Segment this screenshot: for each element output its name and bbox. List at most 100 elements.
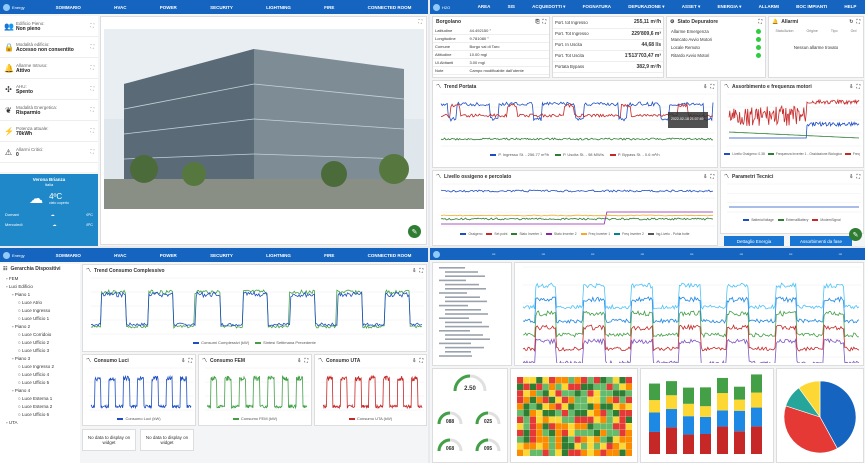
- nav-item[interactable]: ▪▪▪: [589, 252, 596, 256]
- tree-node[interactable]: ○ Luce Ufficio 2: [6, 338, 80, 346]
- legend-item[interactable]: Freq: [844, 152, 860, 156]
- download-icon[interactable]: ⇩: [412, 358, 416, 364]
- download-icon[interactable]: ⇩: [181, 358, 185, 364]
- nav-item-2[interactable]: POWER: [158, 5, 179, 10]
- nav-item-6[interactable]: ENERGIA ▾: [716, 4, 744, 10]
- alarm-column-header[interactable]: Stato/Azion: [776, 29, 794, 33]
- fullscreen-icon[interactable]: ⛶: [90, 86, 94, 92]
- legend-item[interactable]: ExternalBattery: [777, 218, 808, 222]
- tree-node[interactable]: ▫ Piano 1: [6, 290, 80, 298]
- energy-detail-button[interactable]: Dettaglio Energia: [724, 236, 784, 246]
- tree-node[interactable]: ▫ Piano 3: [6, 354, 80, 362]
- fullscreen-icon[interactable]: ⛶: [419, 268, 423, 274]
- tree-node[interactable]: ○ Luce Ingresso 2: [6, 362, 80, 370]
- nav-item[interactable]: ▪▪▪: [837, 252, 844, 256]
- edit-button[interactable]: ✎: [408, 225, 421, 238]
- fullscreen-icon[interactable]: ⛶: [542, 19, 546, 25]
- nav-item-0[interactable]: AREA: [476, 4, 493, 10]
- legend-item[interactable]: Sintesi Settimana Precedente: [255, 340, 316, 345]
- legend-item[interactable]: Stato Inverter 1: [511, 232, 542, 236]
- download-icon[interactable]: ⇩: [703, 84, 707, 90]
- nav-item[interactable]: ▪▪▪: [490, 252, 497, 256]
- fullscreen-icon[interactable]: ⛶: [856, 174, 860, 180]
- fullscreen-icon[interactable]: ⛶: [856, 19, 860, 25]
- download-icon[interactable]: ⇩: [849, 174, 853, 180]
- nav-item-7[interactable]: ALLARMI: [757, 4, 781, 10]
- fullscreen-icon[interactable]: ⛶: [188, 358, 192, 364]
- legend-item[interactable]: Consumi Complessivi (kW): [193, 340, 249, 345]
- download-icon[interactable]: ⇩: [297, 358, 301, 364]
- fullscreen-icon[interactable]: ⛶: [418, 19, 422, 25]
- nav-item[interactable]: ▪▪▪: [688, 252, 695, 256]
- nav-item-5[interactable]: ASSET ▾: [680, 4, 703, 10]
- refresh-icon[interactable]: ↻: [849, 19, 853, 25]
- tree-node[interactable]: ○ Luce Esterna 1: [6, 394, 80, 402]
- download-icon[interactable]: ⇩: [703, 174, 707, 180]
- nav-item-1[interactable]: HVAC: [112, 5, 128, 10]
- nav-item-3[interactable]: FOGNATURA: [581, 4, 613, 10]
- tree-node[interactable]: ○ Luce Corridoio: [6, 330, 80, 338]
- legend-item[interactable]: Freq Inverter 2: [614, 232, 644, 236]
- edit-button[interactable]: ✎: [849, 228, 862, 241]
- nav-item-0[interactable]: SOMMARIO: [54, 5, 83, 10]
- nav-item[interactable]: ▪▪▪: [639, 252, 646, 256]
- nav-item-2[interactable]: POWER: [158, 253, 179, 258]
- alarm-column-header[interactable]: Ord: [851, 29, 857, 33]
- fullscreen-icon[interactable]: ⛶: [90, 23, 94, 29]
- nav-item-2[interactable]: ACQUEDOTTI ▾: [530, 4, 567, 10]
- tree-node[interactable]: ○ Luce Ingresso: [6, 306, 80, 314]
- legend-item[interactable]: Stato Inverter 2: [545, 232, 577, 236]
- nav-item-3[interactable]: SECURITY: [208, 5, 235, 10]
- download-icon[interactable]: ⇩: [412, 268, 416, 274]
- alarm-column-header[interactable]: Origine: [807, 29, 818, 33]
- export-icon[interactable]: ⎘: [535, 19, 539, 25]
- fullscreen-icon[interactable]: ⛶: [90, 128, 94, 134]
- tree-node[interactable]: ▫ UTA: [6, 418, 80, 426]
- nav-item[interactable]: ▪▪▪: [738, 252, 745, 256]
- phase-button[interactable]: Assorbimenti da fase: [790, 236, 852, 246]
- nav-item-1[interactable]: HVAC: [112, 253, 128, 258]
- nav-item-8[interactable]: BOC IMPIANTI: [794, 4, 829, 10]
- fullscreen-icon[interactable]: ⛶: [419, 358, 423, 364]
- tree-node[interactable]: ▫ Piano 4: [6, 386, 80, 394]
- fullscreen-icon[interactable]: ⛶: [90, 65, 94, 71]
- fullscreen-icon[interactable]: ⛶: [90, 149, 94, 155]
- nav-item-4[interactable]: DEPURAZIONE ▾: [626, 4, 666, 10]
- legend-item[interactable]: P. Bypass St. - 0.6 m³/h: [609, 152, 660, 157]
- fullscreen-icon[interactable]: ⛶: [710, 174, 714, 180]
- legend-item[interactable]: P. Ingresso St. - 256.77 m³/h: [490, 152, 549, 157]
- legend-item[interactable]: Ossigeno: [460, 232, 482, 236]
- legend-item[interactable]: Livello Ossigeno: 0.38: [724, 152, 765, 156]
- fullscreen-icon[interactable]: ⛶: [304, 358, 308, 364]
- fullscreen-icon[interactable]: ⛶: [758, 19, 762, 25]
- nav-item-4[interactable]: LIGHTNING: [264, 253, 293, 258]
- nav-item-9[interactable]: HELP: [842, 4, 858, 10]
- alarm-column-header[interactable]: Tipo: [831, 29, 838, 33]
- legend-item[interactable]: Frequenza Inverter 1 - Ossidazione Biolo…: [767, 152, 842, 156]
- legend-item[interactable]: P. Uscita St. - 98 MW/s: [555, 152, 604, 157]
- legend-item[interactable]: Set point: [486, 232, 507, 236]
- fullscreen-icon[interactable]: ⛶: [90, 44, 94, 50]
- legend-item[interactable]: ModemSignal: [812, 218, 841, 222]
- tree-node[interactable]: ○ Luce Ufficio 5: [6, 378, 80, 386]
- nav-item-6[interactable]: CONNECTED ROOM: [366, 253, 414, 258]
- download-icon[interactable]: ⇩: [849, 84, 853, 90]
- nav-item[interactable]: ▪▪▪: [540, 252, 547, 256]
- nav-item-5[interactable]: FIRE: [322, 253, 336, 258]
- tree-node[interactable]: ○ Luce Ufficio 3: [6, 346, 80, 354]
- tree-node[interactable]: ○ Luce Ufficio 4: [6, 370, 80, 378]
- tree-node[interactable]: ▫ FEM: [6, 274, 80, 282]
- legend-item[interactable]: Freq Inverter 1: [580, 232, 610, 236]
- tree-node[interactable]: ▫ Luci Edificio: [6, 282, 80, 290]
- nav-item-6[interactable]: CONNECTED ROOM: [366, 5, 414, 10]
- fullscreen-icon[interactable]: ⛶: [856, 84, 860, 90]
- legend-item[interactable]: BatteriaVoltage: [743, 218, 774, 222]
- fullscreen-icon[interactable]: ⛶: [90, 107, 94, 113]
- tree-node[interactable]: ○ Luce Ufficio 6: [6, 410, 80, 418]
- nav-item-0[interactable]: SOMMARIO: [54, 253, 83, 258]
- tree-node[interactable]: ○ Luce Atrio: [6, 298, 80, 306]
- nav-item[interactable]: ▪▪▪: [787, 252, 794, 256]
- nav-item-5[interactable]: FIRE: [322, 5, 336, 10]
- tree-node[interactable]: ▫ Piano 2: [6, 322, 80, 330]
- nav-item-3[interactable]: SECURITY: [208, 253, 235, 258]
